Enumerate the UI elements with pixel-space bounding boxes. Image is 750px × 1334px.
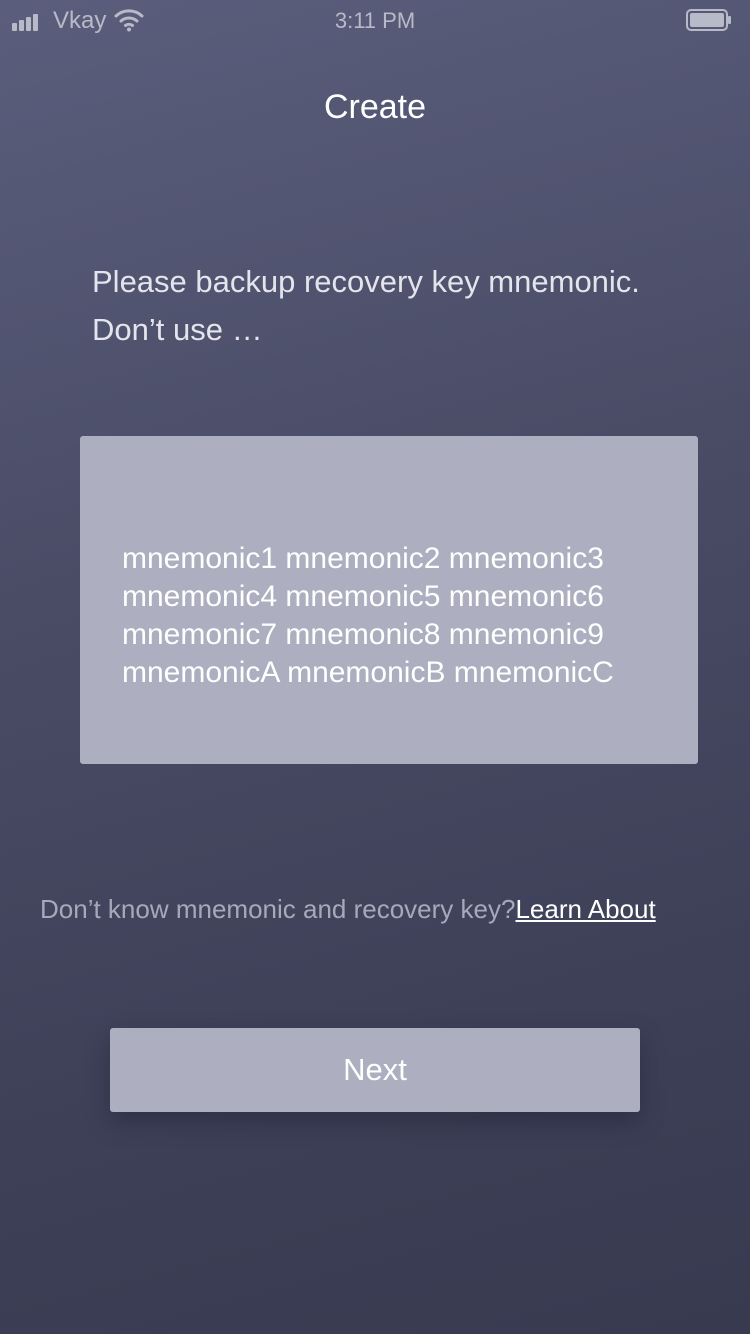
instruction-line: Please backup recovery key mnemonic.	[92, 264, 640, 299]
mnemonic-line: mnemonic1 mnemonic2 mnemonic3	[122, 542, 604, 575]
mnemonic-line: mnemonic4 mnemonic5 mnemonic6	[122, 580, 604, 613]
battery-icon	[686, 9, 731, 31]
help-row: Don’t know mnemonic and recovery key?Lea…	[40, 892, 740, 926]
instruction-line: Don’t use …	[92, 312, 263, 347]
learn-about-link[interactable]: Learn About	[515, 894, 655, 924]
backup-instructions: Please backup recovery key mnemonic. Don…	[92, 258, 692, 354]
mnemonic-panel: mnemonic1 mnemonic2 mnemonic3 mnemonic4 …	[80, 436, 698, 764]
mnemonic-line: mnemonic7 mnemonic8 mnemonic9	[122, 618, 604, 651]
status-bar: Vkay 3:11 PM	[0, 0, 750, 42]
next-button[interactable]: Next	[110, 1028, 640, 1112]
mnemonic-line: mnemonicA mnemonicB mnemonicC	[122, 656, 614, 689]
mnemonic-words: mnemonic1 mnemonic2 mnemonic3 mnemonic4 …	[122, 540, 614, 692]
help-text: Don’t know mnemonic and recovery key?	[40, 894, 516, 924]
page-title: Create	[323, 88, 427, 126]
status-time: 3:11 PM	[334, 8, 416, 33]
